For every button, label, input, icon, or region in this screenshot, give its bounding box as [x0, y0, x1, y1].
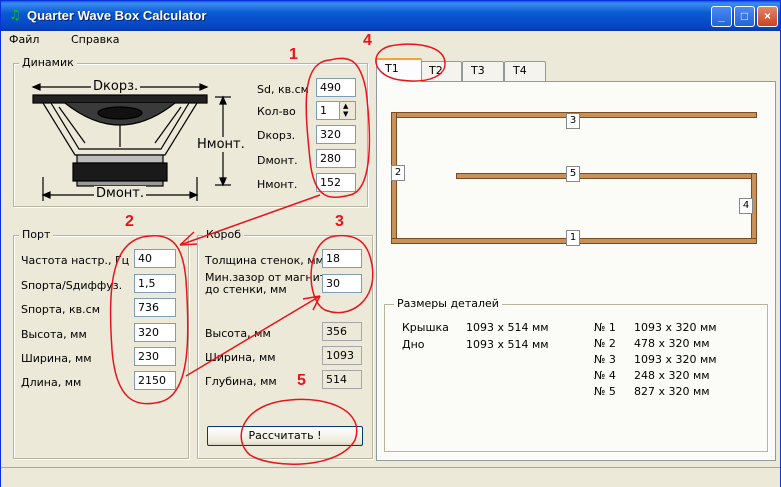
port-freq-label: Частота настр., Гц [21, 254, 130, 267]
count-value: 1 [320, 104, 327, 117]
annotation-number-2: 2 [125, 213, 134, 230]
wall-thickness-input[interactable]: 18 [322, 249, 362, 268]
port-ratio-input[interactable]: 1,5 [134, 274, 176, 293]
tab-t3[interactable]: T3 [462, 61, 504, 81]
plank-label-4: 4 [739, 198, 753, 214]
menu-help[interactable]: Справка [71, 33, 119, 46]
plank-5 [456, 173, 757, 179]
dkorp-dim-label: Dкорз. [91, 79, 141, 94]
port-area-input[interactable]: 736 [134, 298, 176, 317]
tab-t1[interactable]: T1 [376, 58, 422, 82]
tab-t4[interactable]: T4 [504, 61, 546, 81]
dkorp-input[interactable]: 320 [316, 125, 356, 144]
port-width-label: Ширина, мм [21, 352, 92, 365]
part-no-1: № 1 [594, 321, 616, 334]
menu-file[interactable]: Файл [9, 33, 39, 46]
box-legend: Короб [203, 228, 245, 241]
annotation-number-1: 1 [289, 46, 298, 63]
annotation-number-4: 4 [363, 32, 372, 49]
port-width-input[interactable]: 230 [134, 347, 176, 366]
maximize-button[interactable]: □ [734, 6, 755, 27]
part-no-3: № 3 [594, 353, 616, 366]
spin-buttons[interactable]: ▲ ▼ [339, 102, 355, 119]
part-size-2: 478 x 320 мм [634, 337, 710, 350]
window-title: Quarter Wave Box Calculator [27, 8, 207, 23]
magnet-gap-input[interactable]: 30 [322, 274, 362, 293]
app-window: ♫ Quarter Wave Box Calculator _ □ × Файл… [0, 0, 781, 487]
spin-up-icon[interactable]: ▲ [343, 103, 348, 110]
port-length-label: Длина, мм [21, 376, 82, 389]
box-height-value: 356 [322, 322, 362, 341]
port-length-input[interactable]: 2150 [134, 371, 176, 390]
part-no-5: № 5 [594, 385, 616, 398]
driver-legend: Динамик [19, 56, 77, 69]
box-depth-value: 514 [322, 370, 362, 389]
parts-legend: Размеры деталей [394, 297, 502, 310]
part-size-1: 1093 x 320 мм [634, 321, 717, 334]
port-area-label: Sпорта, кв.см [21, 303, 100, 316]
dmont-dim-label: Dмонт. [94, 186, 146, 201]
sd-label: Sd, кв.см [257, 83, 309, 96]
dmont-label: Dмонт. [257, 154, 298, 167]
wall-thickness-label: Толщина стенок, мм [205, 254, 324, 267]
minimize-button[interactable]: _ [711, 6, 732, 27]
plank-label-3: 3 [566, 113, 580, 129]
part-no-2: № 2 [594, 337, 616, 350]
sd-input[interactable]: 490 [316, 78, 356, 97]
port-freq-input[interactable]: 40 [134, 249, 176, 268]
part-size-4: 248 x 320 мм [634, 369, 710, 382]
plank-label-2: 2 [391, 165, 405, 181]
port-height-label: Высота, мм [21, 328, 87, 341]
hmont-label: Нмонт. [257, 178, 298, 191]
menu-bar: Файл Справка [1, 31, 780, 48]
hmont-input[interactable]: 152 [316, 173, 356, 192]
app-icon: ♫ [9, 8, 21, 23]
annotation-number-3: 3 [335, 213, 344, 230]
part-no-4: № 4 [594, 369, 616, 382]
box-depth-label: Глубина, мм [205, 375, 277, 388]
port-ratio-label: Sпорта/Sдиффуз. [21, 279, 123, 292]
tab-t2[interactable]: T2 [420, 61, 462, 81]
box-height-label: Высота, мм [205, 327, 271, 340]
plank-label-5: 5 [566, 166, 580, 182]
close-button[interactable]: × [757, 6, 778, 27]
box-width-label: Ширина, мм [205, 351, 276, 364]
plank-label-1: 1 [566, 230, 580, 246]
count-spinner[interactable]: 1 ▲ ▼ [316, 101, 356, 120]
dmont-input[interactable]: 280 [316, 149, 356, 168]
port-legend: Порт [19, 228, 54, 241]
part-size-bottom: 1093 x 514 мм [466, 338, 549, 351]
box-width-value: 1093 [322, 346, 362, 365]
count-label: Кол-во [257, 105, 296, 118]
annotation-number-5: 5 [297, 372, 306, 389]
port-height-input[interactable]: 320 [134, 323, 176, 342]
dkorp-label: Dкорз. [257, 129, 296, 142]
title-bar[interactable]: ♫ Quarter Wave Box Calculator _ □ × [1, 1, 780, 31]
magnet-gap-label-2: до стенки, мм [205, 283, 287, 296]
part-name-lid: Крышка [402, 321, 449, 334]
hmont-dim-label: Нмонт. [197, 137, 245, 152]
status-bar [1, 467, 780, 487]
part-size-5: 827 x 320 мм [634, 385, 710, 398]
spin-down-icon[interactable]: ▼ [343, 111, 348, 118]
calculate-button[interactable]: Рассчитать ! [207, 426, 363, 446]
part-size-lid: 1093 x 514 мм [466, 321, 549, 334]
part-size-3: 1093 x 320 мм [634, 353, 717, 366]
part-name-bottom: Дно [402, 338, 425, 351]
